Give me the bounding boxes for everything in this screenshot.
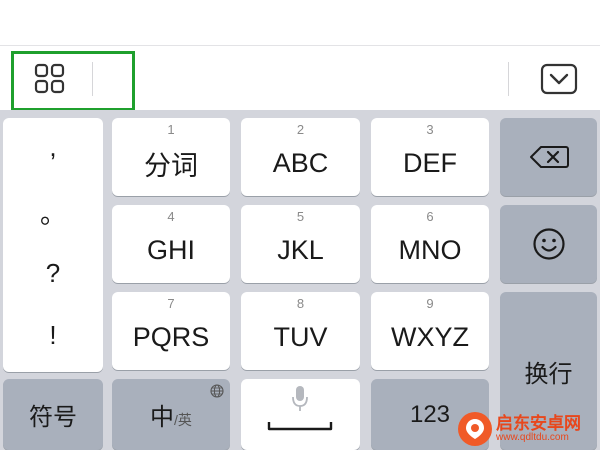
microphone-icon (292, 386, 308, 411)
backspace-key[interactable] (500, 118, 597, 196)
key-label: PQRS (132, 321, 210, 352)
toolbar-divider (92, 62, 93, 96)
key-label: MNO (398, 234, 462, 265)
key-number: 8 (296, 296, 305, 311)
enter-label: 换行 (524, 361, 573, 388)
globe-icon (210, 384, 224, 398)
chevron-down-icon[interactable] (540, 63, 578, 95)
key-8-tuv[interactable]: 8 TUV (241, 292, 360, 370)
punct-comma-key[interactable]: , (3, 132, 103, 163)
smile-icon (532, 228, 565, 260)
key-6-mno[interactable]: 6 MNO (371, 205, 489, 283)
key-number: 4 (167, 209, 175, 224)
emoji-key[interactable] (500, 205, 597, 283)
language-switch-key[interactable]: 中/英 (112, 379, 230, 450)
key-4-ghi[interactable]: 4 GHI (112, 205, 230, 283)
key-5-jkl[interactable]: 5 JKL (241, 205, 360, 283)
symbols-key[interactable]: 符号 (3, 379, 103, 450)
key-label: JKL (277, 234, 324, 265)
symbols-label: 符号 (29, 404, 77, 431)
key-label: TUV (273, 321, 328, 352)
key-label: WXYZ (391, 321, 469, 352)
key-number: 5 (296, 209, 305, 224)
language-alt: /英 (174, 412, 192, 428)
space-bar-icon (267, 422, 333, 431)
grid-icon[interactable] (33, 62, 67, 96)
punctuation-column: , 。 ? ! (3, 118, 103, 372)
key-2-abc[interactable]: 2 ABC (241, 118, 360, 196)
watermark-url: www.qdltdu.com (496, 431, 569, 443)
punct-exclaim-key[interactable]: ! (3, 320, 103, 351)
backspace-icon (529, 146, 569, 168)
watermark-name: 启东安卓网 (496, 413, 581, 433)
highlight-box (11, 51, 135, 111)
key-label: ABC (272, 147, 329, 178)
toolbar-divider (508, 62, 509, 96)
key-3-def[interactable]: 3 DEF (371, 118, 489, 196)
language-main: 中 (150, 404, 175, 431)
key-number: 3 (426, 122, 434, 137)
key-number: 7 (167, 296, 175, 311)
key-9-wxyz[interactable]: 9 WXYZ (371, 292, 489, 370)
key-1-segment[interactable]: 1 分词 (112, 118, 230, 196)
key-label: 分词 (144, 150, 198, 181)
key-label: GHI (146, 234, 195, 265)
top-strip (0, 0, 600, 46)
numbers-label: 123 (409, 400, 451, 428)
watermark-text: 启东安卓网 www.qdltdu.com (496, 413, 581, 443)
watermark: 启东安卓网 www.qdltdu.com (458, 410, 598, 448)
key-7-pqrs[interactable]: 7 PQRS (112, 292, 230, 370)
key-number: 9 (426, 296, 434, 311)
key-label: DEF (403, 147, 457, 178)
punct-period-key[interactable]: 。 (3, 194, 103, 231)
key-number: 1 (167, 122, 175, 137)
punct-question-key[interactable]: ? (3, 258, 103, 289)
watermark-logo-icon (458, 412, 492, 446)
key-number: 6 (426, 209, 434, 224)
language-label: 中/英 (150, 397, 192, 432)
key-number: 2 (296, 122, 305, 137)
